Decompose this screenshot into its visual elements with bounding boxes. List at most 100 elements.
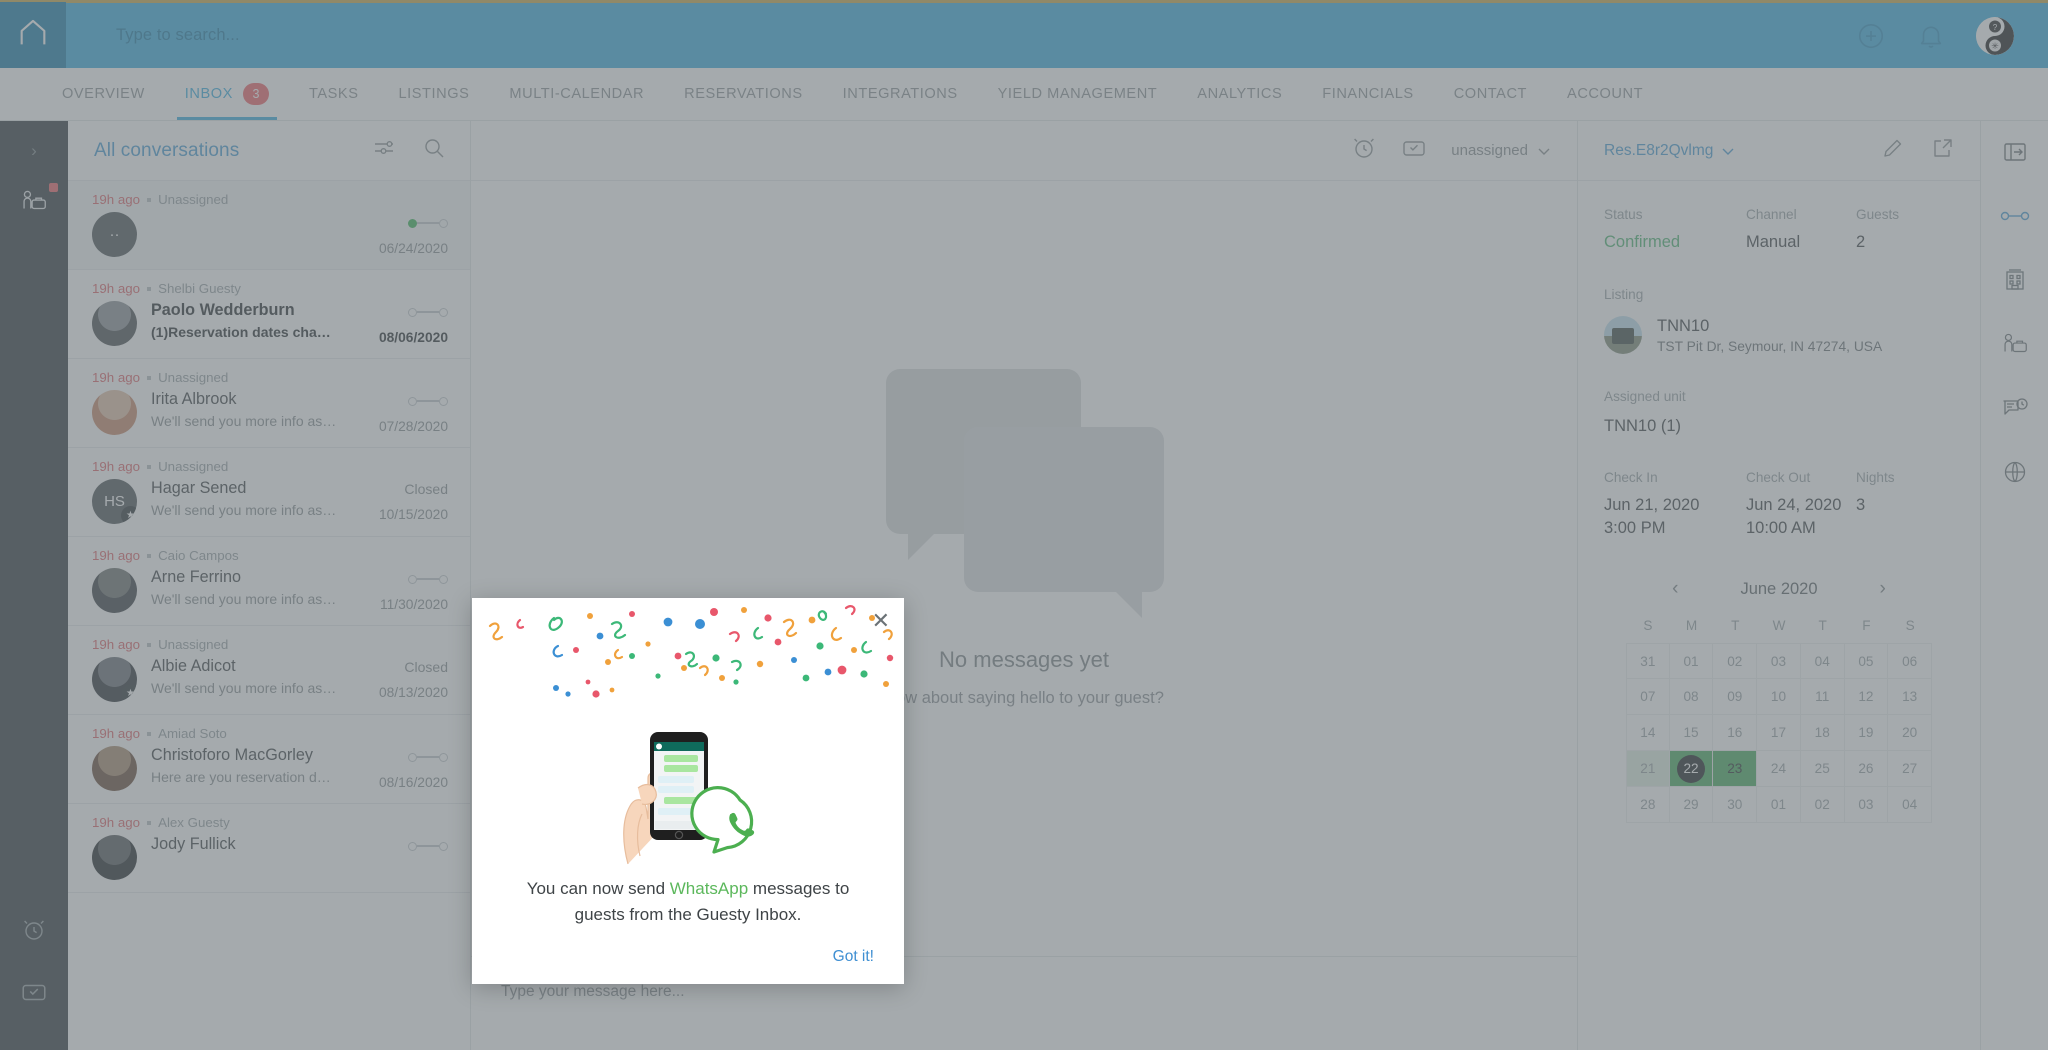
conversation-list-item[interactable]: 19h agoAlex GuestyJody Fullick bbox=[68, 804, 470, 893]
conversation-status-toggle[interactable] bbox=[408, 570, 448, 588]
calendar-day-cell[interactable]: 01 bbox=[1670, 643, 1714, 679]
conversation-status-toggle[interactable] bbox=[408, 214, 448, 232]
collapse-panel-icon[interactable] bbox=[1998, 135, 2032, 169]
calendar-day-cell[interactable]: 20 bbox=[1888, 715, 1932, 751]
calendar-day-cell[interactable]: 03 bbox=[1757, 643, 1801, 679]
calendar-day-cell[interactable]: 09 bbox=[1713, 679, 1757, 715]
calendar-day-cell[interactable]: 02 bbox=[1801, 787, 1845, 823]
pencil-icon[interactable] bbox=[1882, 137, 1904, 164]
calendar-day-cell[interactable]: 24 bbox=[1757, 751, 1801, 787]
conversation-status-toggle[interactable] bbox=[408, 748, 448, 766]
calendar-day-cell[interactable]: 15 bbox=[1670, 715, 1714, 751]
calendar-day-cell[interactable]: 03 bbox=[1845, 787, 1889, 823]
calendar-days-grid[interactable]: 3101020304050607080910111213141516171819… bbox=[1626, 643, 1932, 823]
message-history-icon[interactable] bbox=[1998, 391, 2032, 425]
plus-circle-icon[interactable] bbox=[1856, 21, 1886, 51]
conversation-status-toggle[interactable] bbox=[408, 837, 448, 855]
external-link-icon[interactable] bbox=[1932, 137, 1954, 164]
conversation-list-item[interactable]: 19h agoCaio CamposArne FerrinoWe'll send… bbox=[68, 537, 470, 626]
conversation-avatar bbox=[92, 835, 137, 880]
calendar-day-cell[interactable]: 25 bbox=[1801, 751, 1845, 787]
listing-row[interactable]: TNN10 TST Pit Dr, Seymour, IN 47274, USA bbox=[1604, 316, 1954, 354]
conversation-list-item[interactable]: 19h agoShelbi GuestyPaolo Wedderburn(1)R… bbox=[68, 270, 470, 359]
calendar-day-cell[interactable]: 18 bbox=[1801, 715, 1845, 751]
reservation-code-dropdown[interactable]: Res.E8r2Qvlmg bbox=[1604, 142, 1854, 160]
calendar-day-cell[interactable]: 31 bbox=[1626, 643, 1670, 679]
conversation-status-toggle[interactable] bbox=[408, 303, 448, 321]
filter-sliders-icon[interactable] bbox=[372, 136, 396, 165]
top-bar: Type to search... ? bbox=[0, 0, 2048, 68]
conversation-list-item[interactable]: 19h agoAmiad SotoChristoforo MacGorleyHe… bbox=[68, 715, 470, 804]
calendar-day-cell[interactable]: 04 bbox=[1801, 643, 1845, 679]
conversation-list-item[interactable]: 19h agoUnassignedHS★Hagar SenedWe'll sen… bbox=[68, 448, 470, 537]
nav-item-financials[interactable]: FINANCIALS bbox=[1302, 68, 1433, 120]
rail-item-guest[interactable] bbox=[8, 179, 60, 223]
calendar-day-cell[interactable]: 29 bbox=[1670, 787, 1714, 823]
calendar-day-cell[interactable]: 13 bbox=[1888, 679, 1932, 715]
globe-icon[interactable] bbox=[1998, 455, 2032, 489]
conversation-list-item[interactable]: 19h agoUnassigned★Albie AdicotWe'll send… bbox=[68, 626, 470, 715]
conversation-meta: 19h agoUnassigned bbox=[92, 192, 448, 207]
conversation-list-item[interactable]: 19h agoUnassignedIrita AlbrookWe'll send… bbox=[68, 359, 470, 448]
nav-item-reservations[interactable]: RESERVATIONS bbox=[664, 68, 823, 120]
guest-luggage-icon[interactable] bbox=[1998, 327, 2032, 361]
conversation-status-toggle[interactable] bbox=[408, 392, 448, 410]
calendar-day-cell[interactable]: 05 bbox=[1845, 643, 1889, 679]
timeline-link-icon[interactable] bbox=[1998, 199, 2032, 233]
calendar-day-cell[interactable]: 23 bbox=[1713, 751, 1757, 787]
checkout-label: Check Out bbox=[1746, 470, 1856, 485]
calendar-day-cell[interactable]: 17 bbox=[1757, 715, 1801, 751]
rail-item-archive[interactable] bbox=[8, 970, 60, 1014]
calendar-day-cell[interactable]: 12 bbox=[1845, 679, 1889, 715]
calendar-day-cell[interactable]: 28 bbox=[1626, 787, 1670, 823]
chevron-left-icon[interactable]: ‹ bbox=[1666, 578, 1684, 600]
archive-icon[interactable] bbox=[1401, 137, 1427, 164]
nav-item-integrations[interactable]: INTEGRATIONS bbox=[823, 68, 978, 120]
calendar-day-cell[interactable]: 16 bbox=[1713, 715, 1757, 751]
calendar-day-cell[interactable]: 19 bbox=[1845, 715, 1889, 751]
calendar-day-cell[interactable]: 07 bbox=[1626, 679, 1670, 715]
conversation-list-item[interactable]: 19h agoUnassigned··06/24/2020 bbox=[68, 181, 470, 270]
calendar-day-cell[interactable]: 08 bbox=[1670, 679, 1714, 715]
nav-item-listings[interactable]: LISTINGS bbox=[379, 68, 490, 120]
conversation-list[interactable]: 19h agoUnassigned··06/24/202019h agoShel… bbox=[68, 181, 470, 1050]
search-icon[interactable] bbox=[422, 136, 446, 165]
conversation-preview: (1)Reservation dates changed to ... bbox=[151, 324, 338, 340]
calendar-day-cell[interactable]: 21 bbox=[1626, 751, 1670, 787]
calendar-day-cell[interactable]: 26 bbox=[1845, 751, 1889, 787]
got-it-button[interactable]: Got it! bbox=[833, 948, 874, 965]
nav-item-yield-management[interactable]: YIELD MANAGEMENT bbox=[978, 68, 1178, 120]
conversation-filter-title[interactable]: All conversations bbox=[94, 140, 346, 162]
calendar-day-cell[interactable]: 02 bbox=[1713, 643, 1757, 679]
calendar-day-cell[interactable]: 04 bbox=[1888, 787, 1932, 823]
global-search[interactable]: Type to search... bbox=[66, 26, 1856, 45]
stay-dates-section: Check In Check Out Nights Jun 21, 2020 J… bbox=[1604, 470, 1954, 538]
alarm-clock-icon[interactable] bbox=[1351, 135, 1377, 166]
svg-text:✳: ✳ bbox=[1991, 41, 1999, 51]
calendar-day-cell[interactable]: 14 bbox=[1626, 715, 1670, 751]
calendar-day-cell[interactable]: 11 bbox=[1801, 679, 1845, 715]
nav-item-analytics[interactable]: ANALYTICS bbox=[1177, 68, 1302, 120]
bell-icon[interactable] bbox=[1916, 21, 1946, 51]
nav-item-contact[interactable]: CONTACT bbox=[1434, 68, 1547, 120]
assignee-dropdown[interactable]: unassigned bbox=[1451, 142, 1551, 159]
avatar[interactable]: ? ✳ bbox=[1976, 17, 2014, 55]
calendar-day-cell[interactable]: 10 bbox=[1757, 679, 1801, 715]
calendar-day-cell[interactable]: 27 bbox=[1888, 751, 1932, 787]
nav-item-inbox[interactable]: INBOX3 bbox=[165, 68, 289, 120]
chevron-right-icon[interactable]: › bbox=[1874, 578, 1892, 600]
calendar-day-cell[interactable]: 01 bbox=[1757, 787, 1801, 823]
calendar-day-cell[interactable]: 06 bbox=[1888, 643, 1932, 679]
close-icon[interactable]: ✕ bbox=[872, 610, 890, 632]
nav-item-overview[interactable]: OVERVIEW bbox=[42, 68, 165, 120]
calendar-day-cell[interactable]: 30 bbox=[1713, 787, 1757, 823]
nav-item-multi-calendar[interactable]: MULTI-CALENDAR bbox=[489, 68, 664, 120]
calendar-day-cell[interactable]: 22 bbox=[1670, 751, 1714, 787]
chevron-right-icon[interactable]: › bbox=[31, 141, 37, 161]
building-icon[interactable] bbox=[1998, 263, 2032, 297]
conversation-date: 06/24/2020 bbox=[352, 241, 448, 256]
app-logo[interactable] bbox=[0, 2, 66, 70]
nav-item-account[interactable]: ACCOUNT bbox=[1547, 68, 1663, 120]
nav-item-tasks[interactable]: TASKS bbox=[289, 68, 379, 120]
rail-item-alarm[interactable] bbox=[8, 908, 60, 952]
